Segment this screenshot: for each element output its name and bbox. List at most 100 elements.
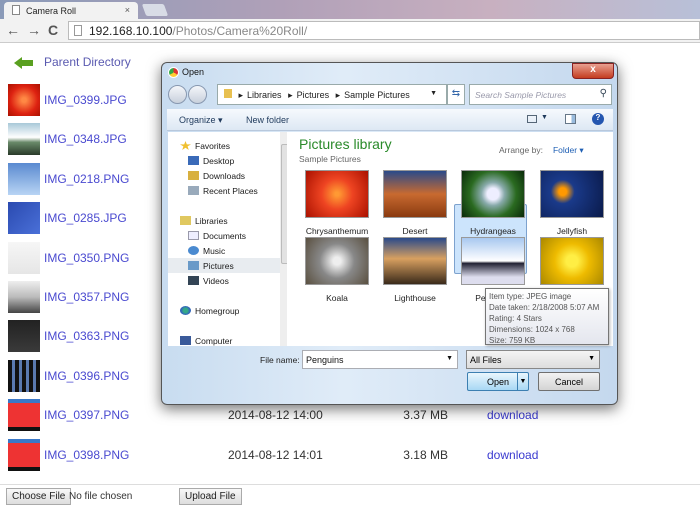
page-icon [12,5,20,15]
file-size: 3.37 MB [403,408,448,423]
picture-label: Lighthouse [394,293,436,303]
picture-item[interactable]: Tulips [539,237,605,303]
tab-close-icon[interactable]: × [125,5,130,15]
picture-item[interactable]: Desert [382,170,448,236]
chrome-icon [168,67,179,78]
download-link[interactable]: download [487,448,538,462]
filename-input[interactable]: Penguins ▼ [302,350,458,369]
file-thumbnail[interactable] [8,162,40,195]
forward-icon[interactable]: → [27,22,41,38]
address-bar[interactable]: 192.168.10.100/Photos/Camera%20Roll/ [68,21,700,40]
new-tab-button[interactable] [141,4,169,16]
file-thumbnail[interactable] [8,320,40,353]
arrange-dropdown[interactable]: Folder ▾ [553,145,584,155]
library-title: Pictures library [299,136,392,152]
chevron-down-icon[interactable]: ▼ [430,90,437,97]
back-icon[interactable]: ← [6,22,20,38]
preview-pane-icon[interactable] [565,114,576,124]
nav-label: Recent Places [203,186,258,196]
organize-button[interactable]: Organize ▾ [179,115,223,126]
picture-item[interactable]: Penguins [460,237,526,303]
chevron-down-icon: ▼ [588,355,595,362]
file-name-link[interactable]: IMG_0397.PNG [44,408,129,422]
libraries-icon [180,216,191,225]
picture-item[interactable]: Lighthouse [382,237,448,303]
tab-camera-roll[interactable]: Camera Roll × [4,2,138,19]
file-name-link[interactable]: IMG_0218.PNG [44,172,129,186]
file-name-link[interactable]: IMG_0399.JPG [44,93,127,107]
star-icon [180,141,191,150]
breadcrumb-pictures[interactable]: Pictures [297,90,330,100]
refresh-icon[interactable]: ⇆ [447,84,465,105]
file-thumbnail[interactable] [8,84,40,116]
picture-item[interactable]: Chrysanthemum [304,170,370,236]
tooltip-line: Size: 759 KB [489,336,536,345]
chevron-down-icon[interactable]: ▼ [517,373,528,390]
videos-icon [188,276,199,285]
file-name-link[interactable]: IMG_0285.JPG [44,211,127,225]
download-link[interactable]: download [487,408,538,422]
pictures-icon [188,261,199,270]
file-name-link[interactable]: IMG_0357.PNG [44,290,129,304]
reload-icon[interactable]: C [48,22,58,38]
nav-desktop[interactable]: Desktop [188,156,234,166]
music-icon [188,246,199,255]
help-icon[interactable]: ? [592,113,604,125]
file-name-link[interactable]: IMG_0348.JPG [44,132,127,146]
file-thumbnail[interactable] [8,438,40,471]
choose-file-button[interactable]: Choose File [6,488,72,505]
chevron-down-icon[interactable]: ▼ [541,114,548,121]
tooltip-line: Date taken: 2/18/2008 5:07 AM [489,303,600,312]
open-button[interactable]: Open ▼ [467,372,529,391]
file-row: IMG_0398.PNG 2014-08-12 14:01 3.18 MB do… [0,437,700,473]
file-name-link[interactable]: IMG_0396.PNG [44,369,129,383]
file-thumbnail[interactable] [8,399,40,432]
file-thumbnail[interactable] [8,123,40,156]
file-thumbnail[interactable] [8,202,40,235]
nav-recent-places[interactable]: Recent Places [188,186,258,196]
picture-item[interactable]: Hydrangeas [460,170,526,236]
computer-icon [180,336,191,345]
picture-thumbnail [383,237,447,285]
close-button[interactable]: x [572,63,614,79]
breadcrumb-sample-pictures[interactable]: Sample Pictures [344,90,410,100]
nav-documents[interactable]: Documents [188,231,246,241]
file-name-link[interactable]: IMG_0350.PNG [44,251,129,265]
picture-thumbnail [383,170,447,218]
filetype-select[interactable]: All Files ▼ [466,350,600,369]
search-input[interactable]: Search Sample Pictures ⚲ [469,84,612,105]
upload-file-button[interactable]: Upload File [179,488,242,505]
forward-button[interactable] [188,85,207,104]
back-button[interactable] [168,85,187,104]
views-icon[interactable] [527,115,537,123]
nav-favorites[interactable]: Favorites [180,141,230,151]
nav-downloads[interactable]: Downloads [188,171,245,181]
file-name-link[interactable]: IMG_0398.PNG [44,448,129,462]
picture-item[interactable]: Koala [304,237,370,303]
nav-libraries[interactable]: Libraries [180,216,228,226]
filename-value: Penguins [306,355,344,365]
nav-homegroup[interactable]: Homegroup [180,306,239,316]
nav-label: Videos [203,276,229,286]
file-thumbnail[interactable] [8,281,40,313]
file-thumbnail[interactable] [8,241,40,274]
picture-thumbnail [540,170,604,218]
parent-directory-label: Parent Directory [44,55,131,69]
chevron-down-icon[interactable]: ▼ [446,355,453,362]
nav-label: Favorites [195,141,230,151]
picture-label: Chrysanthemum [305,226,369,236]
nav-videos[interactable]: Videos [188,276,229,286]
nav-pictures[interactable]: Pictures [168,258,280,273]
breadcrumb[interactable]: ▸ Libraries ▸ Pictures ▸ Sample Pictures ▼ [217,84,447,105]
nav-music[interactable]: Music [188,246,225,256]
nav-computer[interactable]: Computer [180,336,232,346]
breadcrumb-libraries[interactable]: Libraries [247,90,282,100]
new-folder-button[interactable]: New folder [246,115,289,125]
cancel-button[interactable]: Cancel [538,372,600,391]
picture-thumbnail [461,237,525,285]
picture-item[interactable]: Jellyfish [539,170,605,236]
file-thumbnail[interactable] [8,359,40,392]
downloads-icon [188,171,199,180]
upload-bar: Choose File No file chosen Upload File [0,484,700,512]
file-name-link[interactable]: IMG_0363.PNG [44,329,129,343]
